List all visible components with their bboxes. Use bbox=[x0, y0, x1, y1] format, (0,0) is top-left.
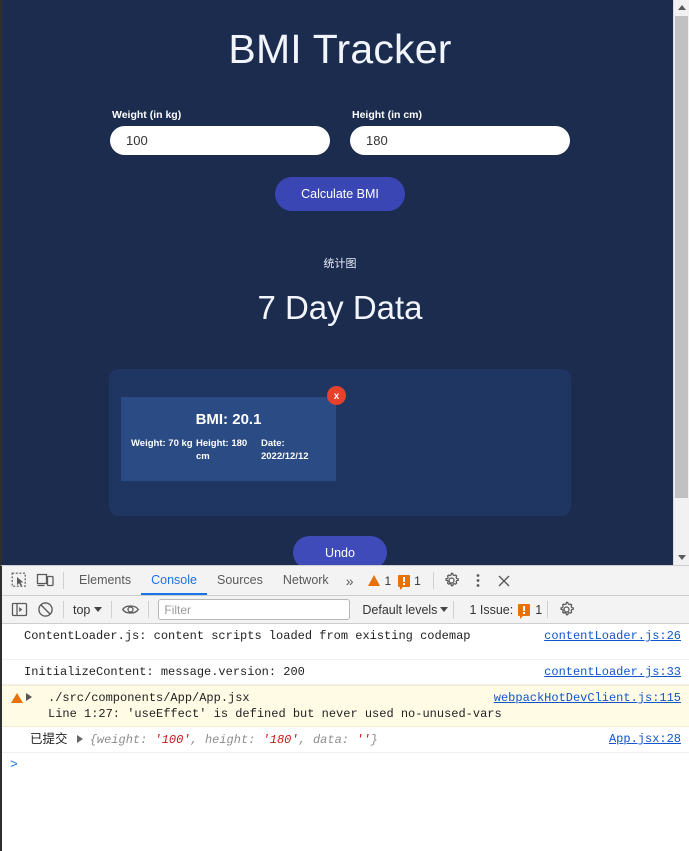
console-source-link[interactable]: contentLoader.js:33 bbox=[544, 664, 681, 680]
divider bbox=[111, 601, 113, 618]
console-filter-bar: top Default levels 1 Issue: 1 bbox=[2, 596, 689, 624]
divider bbox=[547, 601, 549, 618]
console-row-log[interactable]: ContentLoader.js: content scripts loaded… bbox=[2, 624, 689, 660]
divider bbox=[148, 601, 150, 618]
tab-console[interactable]: Console bbox=[141, 566, 207, 595]
prompt-caret-icon: > bbox=[10, 757, 18, 772]
console-row-object[interactable]: 已提交 {weight: '100', height: '180', data:… bbox=[2, 727, 689, 753]
object-preview: {weight: '100', height: '180', data: ''} bbox=[90, 733, 378, 747]
warning-indicator[interactable]: 1 bbox=[368, 574, 398, 588]
close-devtools-icon[interactable] bbox=[491, 568, 517, 594]
object-preview-part: , height: bbox=[190, 733, 263, 747]
devtools-tabbar: Elements Console Sources Network » 1 1 bbox=[2, 566, 689, 596]
error-indicator[interactable]: 1 bbox=[398, 573, 428, 590]
more-options-icon[interactable] bbox=[465, 568, 491, 594]
tab-network[interactable]: Network bbox=[273, 566, 339, 595]
chevron-down-icon bbox=[440, 607, 449, 612]
scrollbar-thumb[interactable] bbox=[675, 16, 688, 498]
error-badge-icon bbox=[398, 574, 411, 590]
clear-console-icon[interactable] bbox=[32, 597, 58, 623]
console-filter-input[interactable] bbox=[158, 599, 351, 620]
height-field-group: Height (in cm) bbox=[350, 109, 570, 155]
card-height: Height: 180 cm bbox=[195, 438, 248, 462]
expand-arrow-icon[interactable] bbox=[26, 693, 32, 701]
section-title: 7 Day Data bbox=[257, 289, 423, 326]
weight-field-group: Weight (in kg) bbox=[110, 109, 330, 155]
bmi-value: BMI: 20.1 bbox=[195, 411, 262, 428]
console-message-text: ContentLoader.js: content scripts loaded… bbox=[24, 629, 471, 643]
warning-count: 1 bbox=[384, 573, 392, 588]
issue-badge-icon bbox=[518, 603, 531, 619]
more-tabs-icon[interactable]: » bbox=[339, 573, 361, 589]
calculate-button-wrap: Calculate BMI bbox=[4, 177, 676, 211]
console-source-link[interactable]: App.jsx:28 bbox=[609, 731, 681, 747]
console-message-detail: Line 1:27: 'useEffect' is defined but ne… bbox=[48, 707, 502, 721]
undo-button-wrap: Undo bbox=[4, 536, 676, 565]
bmi-entry-card: x BMI: 20.1 Weight: 70 kg Height: 180 cm… bbox=[121, 386, 346, 481]
bmi-card-meta: Weight: 70 kg Height: 180 cm Date: 2022/… bbox=[129, 437, 328, 463]
object-preview-part: , data: bbox=[298, 733, 357, 747]
chevron-down-icon bbox=[94, 607, 103, 612]
calculate-bmi-button[interactable]: Calculate BMI bbox=[275, 177, 405, 211]
console-source-link[interactable]: webpackHotDevClient.js:115 bbox=[494, 690, 681, 706]
object-value-data: '' bbox=[356, 733, 371, 747]
live-expression-eye-icon[interactable] bbox=[117, 597, 143, 623]
browser-viewport: BMI Tracker Weight (in kg) Height (in cm… bbox=[0, 0, 689, 565]
height-label: Height (in cm) bbox=[352, 109, 422, 121]
warning-triangle-icon bbox=[368, 575, 381, 586]
devtools-panel: Elements Console Sources Network » 1 1 t… bbox=[0, 565, 689, 851]
device-toolbar-icon[interactable] bbox=[32, 568, 58, 594]
console-sidebar-icon[interactable] bbox=[6, 597, 32, 623]
console-row-log[interactable]: InitializeContent: message.version: 200 … bbox=[2, 660, 689, 685]
divider bbox=[63, 572, 64, 589]
divider bbox=[63, 601, 64, 618]
web-page-content: BMI Tracker Weight (in kg) Height (in cm… bbox=[4, 0, 676, 565]
warning-triangle-icon bbox=[11, 693, 23, 703]
issues-label: 1 Issue: bbox=[469, 602, 514, 617]
page-title: BMI Tracker bbox=[228, 26, 452, 72]
console-log-label: 已提交 bbox=[30, 732, 68, 746]
close-icon[interactable]: x bbox=[327, 386, 346, 405]
console-source-link[interactable]: contentLoader.js:26 bbox=[544, 628, 681, 644]
chart-caption: 统计图 bbox=[323, 258, 357, 270]
gear-icon[interactable] bbox=[439, 568, 465, 594]
weight-label: Weight (in kg) bbox=[112, 109, 182, 121]
object-preview-part: {weight: bbox=[89, 733, 155, 747]
execution-context-select[interactable]: top bbox=[69, 603, 106, 617]
log-levels-value: Default levels bbox=[362, 602, 438, 617]
scrollbar-up-arrow-icon[interactable] bbox=[674, 0, 689, 15]
bmi-input-form: Weight (in kg) Height (in cm) bbox=[4, 109, 676, 155]
height-input[interactable] bbox=[350, 126, 570, 155]
card-date: Date: 2022/12/12 bbox=[260, 438, 309, 462]
issues-indicator[interactable]: 1 Issue: 1 bbox=[469, 602, 543, 619]
divider bbox=[432, 572, 434, 589]
object-preview-part: } bbox=[370, 733, 378, 747]
scrollbar-down-arrow-icon[interactable] bbox=[674, 550, 689, 565]
console-prompt-row[interactable]: > bbox=[2, 753, 689, 779]
undo-button[interactable]: Undo bbox=[293, 536, 387, 565]
inspect-element-icon[interactable] bbox=[6, 568, 32, 594]
expand-object-arrow-icon[interactable] bbox=[76, 735, 83, 744]
execution-context-value: top bbox=[73, 602, 91, 617]
console-settings-gear-icon[interactable] bbox=[553, 597, 579, 623]
console-message-text: InitializeContent: message.version: 200 bbox=[24, 665, 305, 679]
tab-sources[interactable]: Sources bbox=[207, 566, 273, 595]
divider bbox=[453, 601, 455, 618]
console-message-list[interactable]: ContentLoader.js: content scripts loaded… bbox=[2, 624, 689, 836]
error-count: 1 bbox=[414, 573, 421, 588]
card-weight: Weight: 70 kg bbox=[131, 438, 193, 449]
tab-elements[interactable]: Elements bbox=[69, 566, 141, 595]
log-levels-select[interactable]: Default levels bbox=[362, 602, 449, 617]
object-value-height: '180' bbox=[262, 733, 299, 747]
issues-count: 1 bbox=[535, 602, 543, 617]
console-row-warning[interactable]: ./src/components/App/App.jsx Line 1:27: … bbox=[2, 685, 689, 727]
console-message-text: ./src/components/App/App.jsx bbox=[48, 691, 250, 705]
chart-panel: x BMI: 20.1 Weight: 70 kg Height: 180 cm… bbox=[109, 369, 571, 516]
weight-input[interactable] bbox=[110, 126, 330, 155]
object-value-weight: '100' bbox=[154, 733, 191, 747]
page-vertical-scrollbar[interactable] bbox=[673, 0, 689, 565]
